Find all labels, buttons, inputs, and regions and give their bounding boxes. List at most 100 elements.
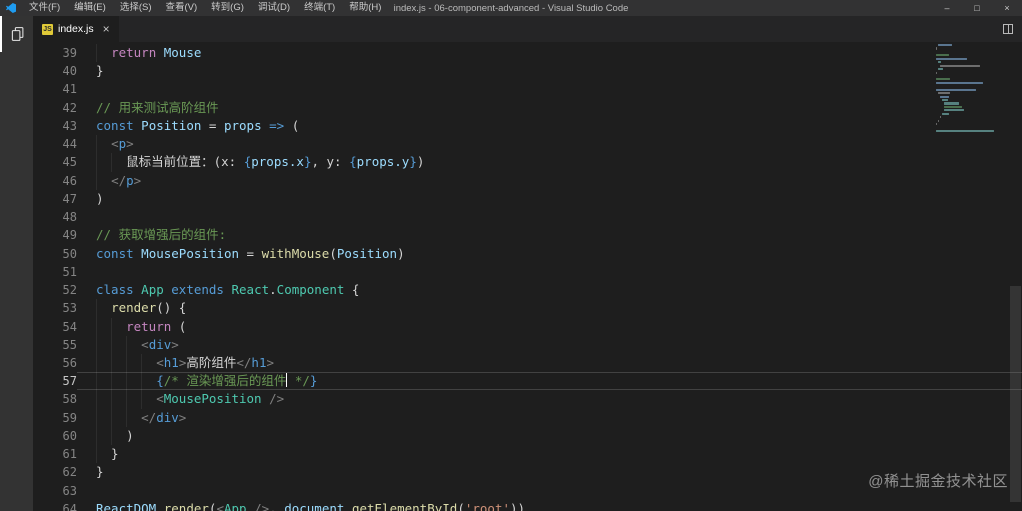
code-line-53[interactable]: 53 render() { xyxy=(33,299,1022,318)
code-line-44[interactable]: 44 <p> xyxy=(33,135,1022,154)
code-line-58[interactable]: 58 <MousePosition /> xyxy=(33,390,1022,409)
indent-guide xyxy=(96,171,97,190)
code-token: , y: xyxy=(311,154,350,170)
line-number[interactable]: 45 xyxy=(33,153,77,171)
code-line-48[interactable]: 48 xyxy=(33,208,1022,226)
code-text: } xyxy=(77,62,1022,80)
line-number[interactable]: 50 xyxy=(33,245,77,263)
code-line-40[interactable]: 40} xyxy=(33,62,1022,80)
menu-item-0[interactable]: 文件(F) xyxy=(22,0,67,16)
line-number[interactable]: 53 xyxy=(33,299,77,317)
line-number[interactable]: 54 xyxy=(33,318,77,336)
line-number[interactable]: 43 xyxy=(33,117,77,135)
line-number[interactable]: 40 xyxy=(33,62,77,80)
code-line-41[interactable]: 41 xyxy=(33,80,1022,98)
code-line-49[interactable]: 49 // 获取增强后的组件: xyxy=(33,226,1022,244)
code-token: ) xyxy=(397,245,405,261)
code-token: div xyxy=(156,409,179,425)
menu-item-3[interactable]: 查看(V) xyxy=(158,0,204,16)
menu-item-2[interactable]: 选择(S) xyxy=(113,0,159,16)
code-line-42[interactable]: 42 // 用来测试高阶组件 xyxy=(33,99,1022,117)
minimize-button[interactable]: – xyxy=(932,0,962,16)
code-line-59[interactable]: 59 </div> xyxy=(33,408,1022,427)
code-text: <p> xyxy=(77,135,1022,154)
code-line-51[interactable]: 51 xyxy=(33,263,1022,281)
minimap-line xyxy=(936,57,968,60)
menu-item-4[interactable]: 转到(G) xyxy=(204,0,251,16)
line-number[interactable]: 52 xyxy=(33,281,77,299)
code-line-60[interactable]: 60 ) xyxy=(33,426,1022,446)
line-number[interactable]: 63 xyxy=(33,482,77,500)
line-number[interactable]: 46 xyxy=(33,172,77,190)
code-line-50[interactable]: 50 const MousePosition = withMouse(Positi… xyxy=(33,245,1022,263)
code-text: return Mouse xyxy=(77,44,1022,63)
code-line-54[interactable]: 54 return ( xyxy=(33,317,1022,336)
indent-guide xyxy=(111,335,113,354)
code-token: return xyxy=(126,318,172,334)
tab-bar: JS index.js × xyxy=(33,16,1022,42)
line-number[interactable]: 57 xyxy=(33,372,77,390)
line-number[interactable]: 51 xyxy=(33,263,77,281)
code-text: </p> xyxy=(77,171,1022,190)
maximize-button[interactable]: □ xyxy=(962,0,992,16)
line-number[interactable]: 48 xyxy=(33,208,77,226)
code-token: > xyxy=(133,172,142,188)
editor-column: JS index.js × 39 return Mouse 40} 41 42// 用… xyxy=(33,16,1022,511)
code-token: props.x xyxy=(251,154,304,170)
minimap[interactable] xyxy=(936,44,1008,133)
menu-item-7[interactable]: 帮助(H) xyxy=(342,0,388,16)
editor-scrollbar[interactable] xyxy=(1009,42,1022,511)
line-number[interactable]: 55 xyxy=(33,336,77,354)
editor[interactable]: 39 return Mouse 40} 41 42// 用来测试高阶组件 43 const… xyxy=(33,42,1022,511)
code-line-46[interactable]: 46 </p> xyxy=(33,171,1022,190)
code-line-52[interactable]: 52 class App extends React.Component { xyxy=(33,281,1022,299)
code-line-45[interactable]: 45 鼠标当前位置：(x: {props.x}, y: {props.y}) xyxy=(33,153,1022,172)
code-token: Component xyxy=(276,282,345,298)
code-line-39[interactable]: 39 return Mouse xyxy=(33,44,1022,63)
line-number[interactable]: 42 xyxy=(33,99,77,117)
minimap-line xyxy=(936,51,1008,53)
scrollbar-thumb[interactable] xyxy=(1010,285,1021,502)
line-number[interactable]: 62 xyxy=(33,463,77,481)
code-line-55[interactable]: 55 <div> xyxy=(33,335,1022,354)
minimap-line xyxy=(938,44,952,47)
code-token: p xyxy=(126,172,134,188)
minimap-line xyxy=(938,119,940,122)
line-number[interactable]: 39 xyxy=(33,44,77,62)
explorer-icon[interactable] xyxy=(0,16,33,52)
line-number[interactable]: 59 xyxy=(33,409,77,427)
code-token: < xyxy=(156,391,164,407)
line-number[interactable]: 47 xyxy=(33,190,77,208)
line-number[interactable]: 64 xyxy=(33,500,77,511)
line-number[interactable]: 58 xyxy=(33,390,77,408)
code-line-61[interactable]: 61 } xyxy=(33,445,1022,464)
code-token: class xyxy=(96,282,134,298)
tab-close-icon[interactable]: × xyxy=(103,22,110,36)
menu-item-6[interactable]: 终端(T) xyxy=(297,0,342,16)
line-number[interactable]: 60 xyxy=(33,427,77,445)
line-number[interactable]: 56 xyxy=(33,354,77,372)
code-token: ) xyxy=(96,190,104,206)
code-line-47[interactable]: 47) xyxy=(33,190,1022,208)
line-number[interactable]: 61 xyxy=(33,445,77,463)
code-token: h1 xyxy=(251,354,267,370)
code-token: const xyxy=(96,117,134,133)
menu-item-1[interactable]: 编辑(E) xyxy=(67,0,113,16)
code-token: document xyxy=(284,500,345,511)
code-text: class App extends React.Component { xyxy=(77,281,1022,299)
line-number[interactable]: 44 xyxy=(33,135,77,153)
menu-item-5[interactable]: 调试(D) xyxy=(251,0,297,16)
close-button[interactable]: × xyxy=(992,0,1022,16)
code-line-56[interactable]: 56 <h1>高阶组件</h1> xyxy=(33,353,1022,373)
split-editor-icon[interactable] xyxy=(1003,24,1013,34)
minimap-line xyxy=(936,75,1008,77)
code-line-57[interactable]: 57 {/* 渲染增强后的组件 */} xyxy=(33,372,1022,391)
line-number[interactable]: 41 xyxy=(33,80,77,98)
tab-indexjs[interactable]: JS index.js × xyxy=(33,16,119,42)
code-line-43[interactable]: 43 const Position = props => ( xyxy=(33,117,1022,135)
line-number[interactable]: 49 xyxy=(33,226,77,244)
minimap-line xyxy=(942,112,949,115)
code-line-64[interactable]: 64 ReactDOM.render(<App />, document.getE… xyxy=(33,500,1022,511)
